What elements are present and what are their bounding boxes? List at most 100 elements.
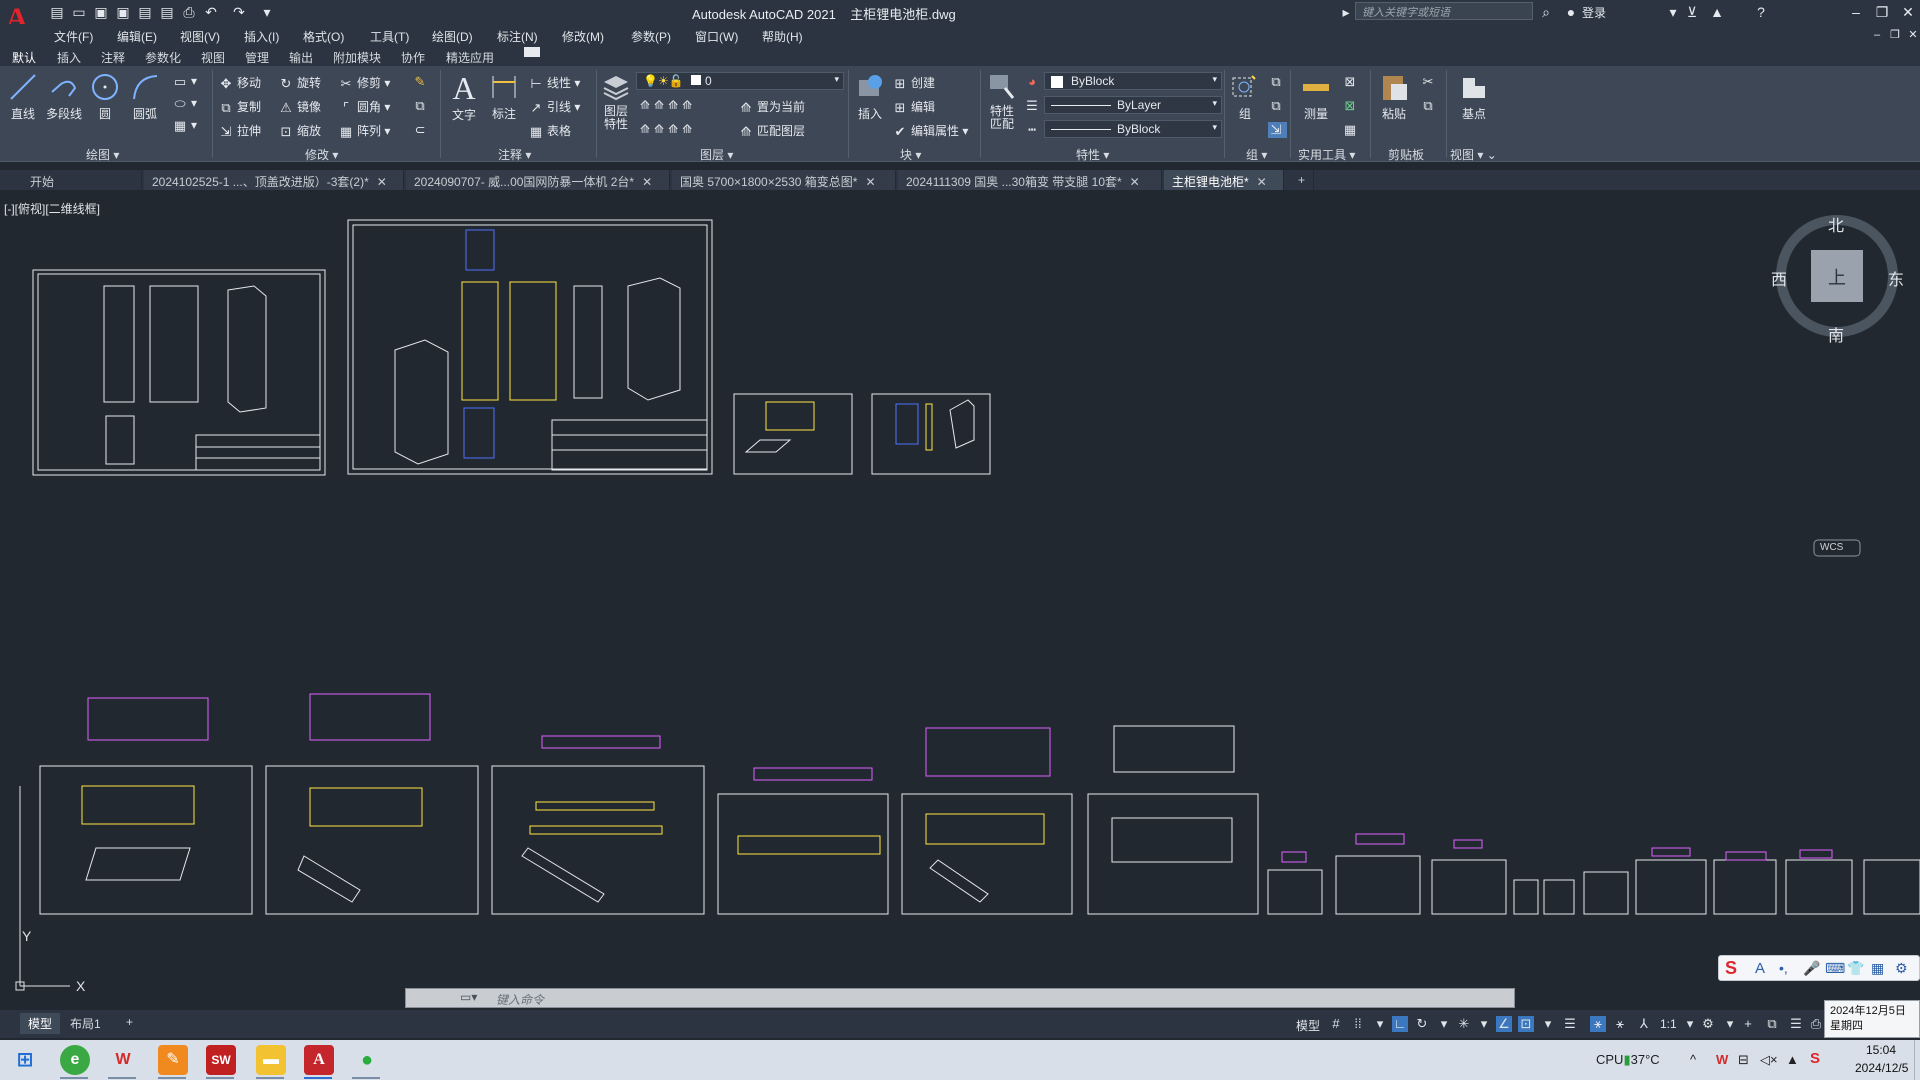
wcs-menu[interactable]: WCS: [1820, 542, 1843, 553]
workspace-dropdown-icon[interactable]: ▾: [1722, 1016, 1738, 1032]
ribbon-tab-output[interactable]: 输出: [289, 49, 313, 66]
grid-icon[interactable]: #: [1328, 1016, 1344, 1032]
stretch-button[interactable]: ⇲ 拉伸: [218, 122, 261, 140]
doc-tab[interactable]: 2024102525-1 ...、顶盖改进版）-3套(2)* ✕: [144, 170, 404, 190]
user-icon[interactable]: ●: [1562, 3, 1580, 21]
login-dropdown-icon[interactable]: ▾: [1664, 3, 1682, 21]
drawing-sheet-1[interactable]: [32, 269, 326, 476]
cpu-temp-indicator[interactable]: CPU▮37°C: [1596, 1052, 1660, 1068]
ribbon-minimize-icon[interactable]: [524, 47, 540, 57]
small-drawing-sheets[interactable]: [1267, 833, 1920, 915]
utilities-panel-label[interactable]: 实用工具 ▾: [1298, 146, 1355, 163]
viewcube-south[interactable]: 南: [1828, 322, 1844, 346]
copy-button[interactable]: ⧉ 复制: [218, 98, 261, 116]
notes-app-icon[interactable]: ✎: [158, 1045, 188, 1075]
windows-start-icon[interactable]: ⊞: [10, 1045, 40, 1075]
polar-icon[interactable]: ↻: [1414, 1016, 1430, 1032]
rotate-button[interactable]: ↻ 旋转: [278, 74, 321, 92]
match-layer-button[interactable]: ⟰ 匹配图层: [738, 122, 805, 140]
close-tab-icon[interactable]: ✕: [1257, 175, 1267, 189]
ribbon-tab-collaborate[interactable]: 协作: [401, 49, 425, 66]
auto-scale-icon[interactable]: ⚹: [1612, 1016, 1628, 1032]
linear-dim-button[interactable]: ⊢ 线性 ▾: [528, 74, 580, 92]
viewport-controls[interactable]: [-][俯视][二维线框]: [4, 200, 100, 217]
annotation-scale-value[interactable]: 1:1: [1660, 1017, 1677, 1031]
ribbon-tab-addins[interactable]: 附加模块: [333, 49, 381, 66]
doc-close-icon[interactable]: ✕: [1902, 25, 1920, 45]
block-panel-label[interactable]: 块 ▾: [900, 146, 921, 163]
menu-insert[interactable]: 插入(I): [244, 28, 279, 45]
layer-dropdown[interactable]: 💡☀🔓 0 ▾: [636, 72, 844, 90]
menu-modify[interactable]: 修改(M): [562, 28, 604, 45]
lineweight-dropdown[interactable]: ByBlock ▾: [1044, 120, 1222, 138]
annotation-panel-label[interactable]: 注释 ▾: [498, 146, 531, 163]
drawing-sheet-5[interactable]: [39, 697, 253, 915]
clean-screen-icon[interactable]: ⎙: [1808, 1016, 1824, 1032]
object-snap-dropdown-icon[interactable]: ▾: [1540, 1016, 1556, 1032]
layer-properties-tool[interactable]: 图层 特性: [598, 72, 634, 131]
menu-draw[interactable]: 绘图(D): [432, 28, 473, 45]
ime-settings-icon[interactable]: ⚙: [1895, 960, 1908, 977]
keyboard-icon[interactable]: ⌨: [1825, 960, 1845, 977]
base-view-tool[interactable]: 基点: [1456, 72, 1492, 122]
menu-tools[interactable]: 工具(T): [370, 28, 409, 45]
leader-button[interactable]: ↗ 引线 ▾: [528, 98, 581, 116]
object-snap-icon[interactable]: ⊡: [1518, 1016, 1534, 1032]
group-tool[interactable]: 组: [1228, 72, 1262, 122]
make-current-button[interactable]: ⟰ 置为当前: [738, 98, 805, 116]
ribbon-tab-view[interactable]: 视图: [201, 49, 225, 66]
drawing-sheet-3[interactable]: [733, 393, 853, 475]
group-select-icon[interactable]: ⇲: [1268, 122, 1287, 138]
sogou-ime-icon[interactable]: S: [1725, 958, 1737, 979]
hardware-accel-icon[interactable]: ☰: [1788, 1016, 1804, 1032]
annotation-scale-icon[interactable]: ⅄: [1636, 1016, 1652, 1032]
autodesk-app-icon[interactable]: ▲: [1708, 3, 1726, 21]
insert-block-tool[interactable]: 插入: [852, 72, 888, 122]
isodraft-dropdown-icon[interactable]: ▾: [1476, 1016, 1492, 1032]
move-button[interactable]: ✥ 移动: [218, 74, 261, 92]
ungroup-icon[interactable]: ⧉: [1268, 74, 1287, 90]
clipboard-panel-label[interactable]: 剪贴板: [1388, 146, 1424, 163]
scale-button[interactable]: ⊡ 缩放: [278, 122, 321, 140]
volume-muted-icon[interactable]: ◁×: [1760, 1052, 1778, 1068]
drawing-sheet-6[interactable]: [265, 693, 479, 915]
drawing-sheet-7[interactable]: [491, 735, 705, 915]
plot-icon[interactable]: ▤: [158, 3, 176, 21]
scale-dropdown-icon[interactable]: ▾: [1682, 1016, 1698, 1032]
command-line[interactable]: ▭▾ 键入命令: [405, 988, 1515, 1008]
ribbon-tab-default[interactable]: 默认: [12, 49, 36, 66]
linetype-icon[interactable]: ┅: [1024, 122, 1043, 138]
sogou-tray-icon[interactable]: S: [1810, 1050, 1820, 1067]
login-label[interactable]: 登录: [1582, 4, 1606, 21]
rectangle-icon[interactable]: ▭ ▾: [172, 74, 197, 90]
clock-time[interactable]: 15:04: [1866, 1043, 1896, 1057]
isolate-objects-icon[interactable]: ⧉: [1764, 1016, 1780, 1032]
paste-tool[interactable]: 粘贴: [1374, 72, 1414, 122]
color-dropdown[interactable]: ByBlock ▾: [1044, 72, 1222, 90]
doc-tab[interactable]: 2024090707- 威...00国网防暴一体机 2台* ✕: [406, 170, 670, 190]
save-as-icon[interactable]: ▣: [114, 3, 132, 21]
ime-mode[interactable]: A: [1755, 960, 1765, 977]
add-layout-icon[interactable]: +: [118, 1013, 141, 1031]
autocad-taskbar-icon[interactable]: A: [304, 1045, 334, 1075]
new-file-icon[interactable]: ▤: [48, 3, 66, 21]
ribbon-tab-insert[interactable]: 插入: [57, 49, 81, 66]
color-wheel-icon[interactable]: ◕: [1024, 74, 1043, 90]
close-tab-icon[interactable]: ✕: [865, 175, 875, 189]
modify-panel-label[interactable]: 修改 ▾: [305, 146, 338, 163]
menu-file[interactable]: 文件(F): [54, 28, 93, 45]
minimize-icon[interactable]: –: [1845, 2, 1867, 22]
network-icon[interactable]: ⊟: [1738, 1052, 1749, 1068]
solidworks-app-icon[interactable]: SW: [206, 1045, 236, 1075]
menu-dimension[interactable]: 标注(N): [497, 28, 538, 45]
cut-icon[interactable]: ✂: [1420, 74, 1439, 90]
select-all-icon[interactable]: ⊠: [1342, 98, 1361, 114]
viewcube-east[interactable]: 东: [1888, 266, 1904, 290]
layer-tools-row2[interactable]: ⟰⟰⟰⟰: [640, 122, 696, 136]
annotation-visibility-icon[interactable]: ⚹: [1590, 1016, 1606, 1032]
ortho-icon[interactable]: ∟: [1392, 1016, 1408, 1032]
circle-tool[interactable]: 圆: [88, 72, 122, 122]
lineweight-icon[interactable]: ☰: [1024, 98, 1043, 114]
wps-app-icon[interactable]: W: [108, 1045, 138, 1075]
quick-select-icon[interactable]: ⊠: [1342, 74, 1361, 90]
